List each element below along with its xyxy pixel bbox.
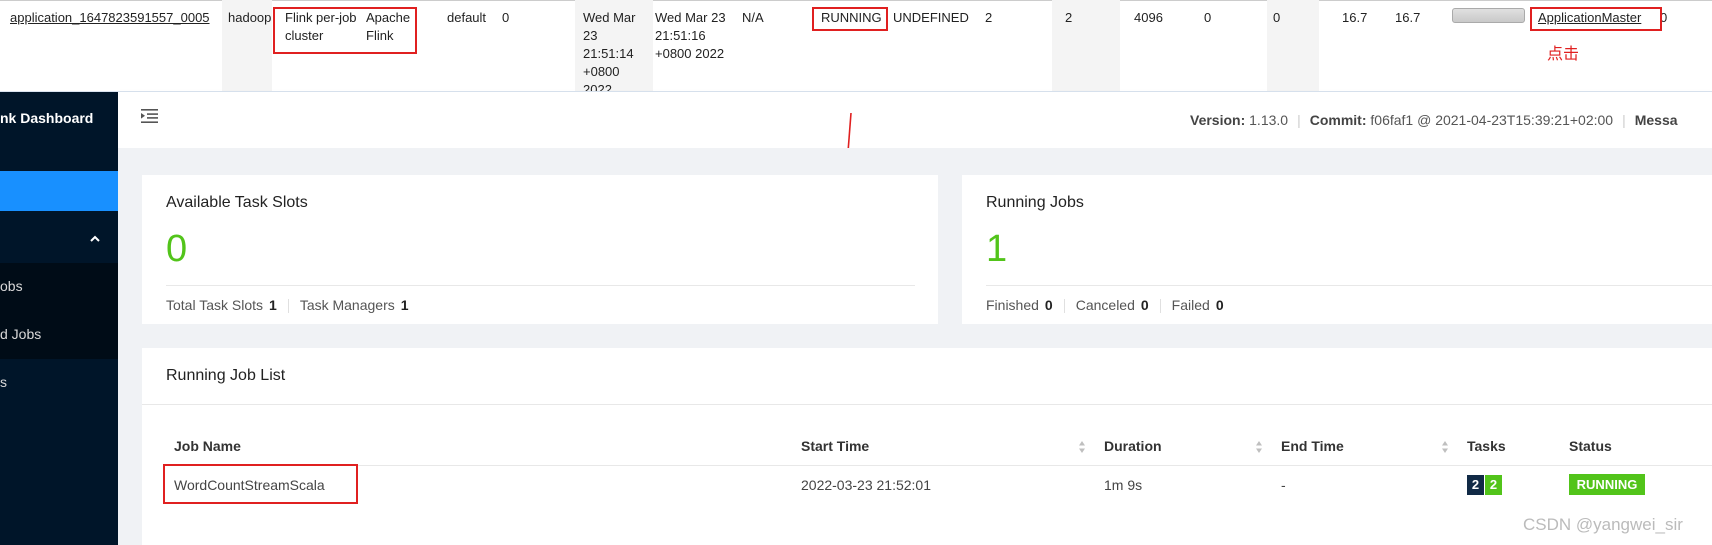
highlight-box-job-name xyxy=(163,464,358,504)
menu-fold-icon[interactable] xyxy=(141,108,161,124)
job-duration: 1m 9s xyxy=(1104,477,1143,493)
allocated-memory-cell: 4096 xyxy=(1134,10,1163,25)
finished-value: 0 xyxy=(1044,297,1053,313)
chevron-up-icon xyxy=(90,232,100,246)
queue-percent-cell: 16.7 xyxy=(1342,10,1368,25)
task-slots-stats: Total Task Slots 1 Task Managers 1 xyxy=(166,297,409,314)
failed-value: 0 xyxy=(1215,297,1224,313)
highlight-box-state xyxy=(812,7,888,31)
canceled-value: 0 xyxy=(1140,297,1149,313)
sidebar-item-task-managers[interactable]: s xyxy=(0,374,7,390)
allocated-cpu-cell: 2 xyxy=(1065,10,1073,25)
reserved-memory-cell: 0 xyxy=(1273,10,1281,25)
start-time-cell: Wed Mar 23 21:51:14 +0800 2022 xyxy=(583,10,636,92)
task-count-badge-running: 2 xyxy=(1485,475,1502,495)
commit-value: f06faf1 @ 2021-04-23T15:39:21+02:00 xyxy=(1370,112,1614,128)
cluster-percent-cell: 16.7 xyxy=(1395,10,1421,25)
card-divider xyxy=(166,285,915,286)
task-managers-value: 1 xyxy=(400,297,409,313)
sort-icon[interactable] xyxy=(1441,440,1449,454)
launch-time-cell: Wed Mar 23 21:51:16 +0800 2022 xyxy=(655,10,726,61)
sort-icon[interactable] xyxy=(1078,440,1086,454)
canceled-label: Canceled xyxy=(1075,297,1135,313)
job-start-time: 2022-03-23 21:52:01 xyxy=(801,477,931,493)
column-header-duration[interactable]: Duration xyxy=(1104,438,1162,454)
failed-label: Failed xyxy=(1171,297,1210,313)
yarn-application-row: application_1647823591557_0005 hadoop Fl… xyxy=(0,0,1712,92)
sort-icon[interactable] xyxy=(1255,440,1263,454)
running-jobs-title: Running Jobs xyxy=(986,194,1084,211)
finish-time-cell: N/A xyxy=(742,10,764,25)
queue-cell: default xyxy=(447,10,487,25)
column-header-job-name[interactable]: Job Name xyxy=(174,438,241,454)
job-stats: Finished 0 Canceled 0 Failed 0 xyxy=(986,297,1224,314)
sidebar-group-jobs[interactable] xyxy=(0,219,118,263)
header-row-divider xyxy=(166,465,1712,466)
application-id-link[interactable]: application_1647823591557_0005 xyxy=(10,9,210,27)
column-header-status[interactable]: Status xyxy=(1569,438,1612,454)
total-slots-label: Total Task Slots xyxy=(166,297,264,313)
sidebar-item-overview[interactable] xyxy=(0,171,118,211)
user-cell: hadoop xyxy=(228,10,272,25)
card-divider xyxy=(986,285,1712,286)
total-slots-value: 1 xyxy=(269,297,277,313)
column-header-start-time[interactable]: Start Time xyxy=(801,438,869,454)
job-end-time: - xyxy=(1281,477,1286,493)
available-slots-value: 0 xyxy=(166,228,188,270)
sidebar-item-completed-jobs[interactable]: d Jobs xyxy=(0,326,41,342)
column-header-tasks[interactable]: Tasks xyxy=(1467,438,1506,454)
commit-label: Commit: xyxy=(1309,112,1367,128)
task-managers-label: Task Managers xyxy=(299,297,395,313)
task-count-badge-total: 2 xyxy=(1467,475,1484,495)
version-label: Version: xyxy=(1190,112,1246,128)
status-badge: RUNNING xyxy=(1569,474,1645,495)
highlight-box-application-master xyxy=(1530,7,1662,31)
highlight-box-name-type xyxy=(273,7,417,54)
running-containers-cell: 2 xyxy=(985,10,993,25)
job-list-title: Running Job List xyxy=(166,367,286,384)
priority-cell: 0 xyxy=(502,10,510,25)
click-annotation: 点击 xyxy=(1547,46,1580,63)
version-info: Version: 1.13.0 | Commit: f06faf1 @ 2021-0… xyxy=(1190,112,1678,128)
version-value: 1.13.0 xyxy=(1249,112,1289,128)
final-status-cell: UNDEFINED xyxy=(893,10,969,25)
running-jobs-value: 1 xyxy=(986,228,1008,270)
watermark: CSDN @yangwei_sir xyxy=(1523,515,1683,534)
finished-label: Finished xyxy=(986,297,1039,313)
column-shade xyxy=(1052,0,1120,91)
message-label[interactable]: Messa xyxy=(1635,112,1678,128)
column-header-end-time[interactable]: End Time xyxy=(1281,438,1344,454)
sidebar-item-running-jobs[interactable]: obs xyxy=(0,278,23,294)
progress-bar xyxy=(1452,8,1525,23)
dashboard-title: nk Dashboard xyxy=(0,110,94,126)
card-divider xyxy=(142,404,1712,405)
reserved-cpu-cell: 0 xyxy=(1204,10,1212,25)
task-slots-title: Available Task Slots xyxy=(166,194,308,211)
